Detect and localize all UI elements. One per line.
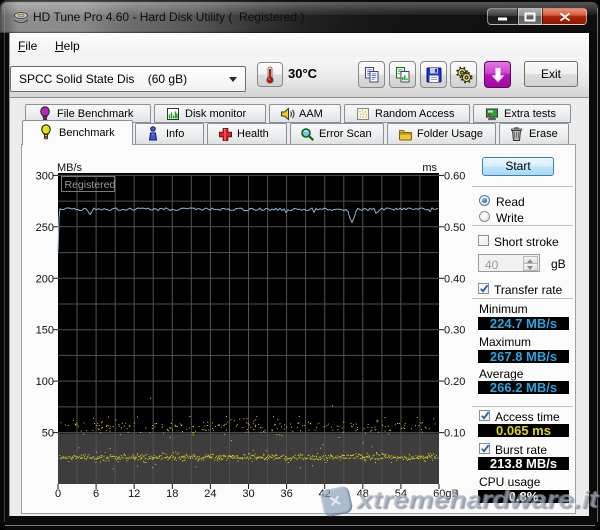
svg-text:36: 36 xyxy=(280,488,292,500)
svg-text:Registered: Registered xyxy=(65,179,116,191)
svg-text:300: 300 xyxy=(36,170,54,182)
svg-text:18: 18 xyxy=(166,488,178,500)
svg-text:0.50: 0.50 xyxy=(444,222,465,234)
svg-text:50: 50 xyxy=(42,428,54,440)
svg-text:100: 100 xyxy=(36,376,54,388)
svg-text:30: 30 xyxy=(242,488,254,500)
svg-text:250: 250 xyxy=(36,222,54,234)
svg-text:0.40: 0.40 xyxy=(444,273,465,285)
svg-text:48: 48 xyxy=(357,488,369,500)
svg-text:150: 150 xyxy=(36,325,54,337)
svg-text:6: 6 xyxy=(93,488,99,500)
svg-text:42: 42 xyxy=(319,488,331,500)
svg-text:200: 200 xyxy=(36,273,54,285)
svg-text:0.10: 0.10 xyxy=(444,428,465,440)
svg-text:0: 0 xyxy=(55,488,61,500)
svg-text:0.20: 0.20 xyxy=(444,376,465,388)
svg-text:0.30: 0.30 xyxy=(444,325,465,337)
svg-text:54: 54 xyxy=(395,488,407,500)
svg-text:24: 24 xyxy=(204,488,216,500)
svg-text:60gB: 60gB xyxy=(433,488,459,500)
svg-text:12: 12 xyxy=(128,488,140,500)
svg-text:ms: ms xyxy=(422,162,437,174)
svg-text:MB/s: MB/s xyxy=(57,162,83,174)
svg-text:0.60: 0.60 xyxy=(444,170,465,182)
